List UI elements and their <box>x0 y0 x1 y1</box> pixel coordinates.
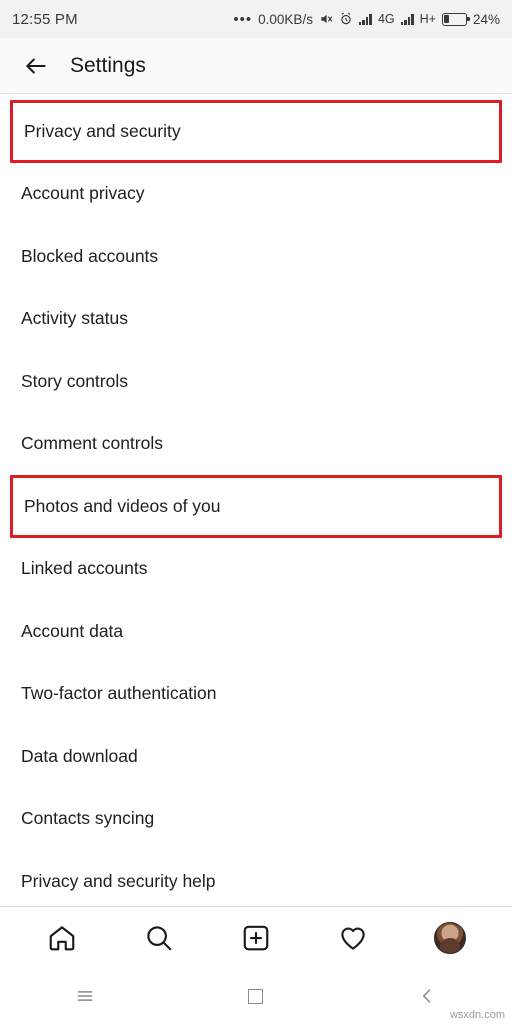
status-bar-right: ••• 0.00KB/s 4G H+ 24% <box>233 11 500 28</box>
status-bar: 12:55 PM ••• 0.00KB/s 4G H+ 24% <box>0 0 512 38</box>
list-item-linked-accounts[interactable]: Linked accounts <box>0 538 512 601</box>
status-time: 12:55 PM <box>12 10 78 28</box>
alarm-icon <box>339 12 353 26</box>
list-item-data-download[interactable]: Data download <box>0 725 512 788</box>
status-bar-left: 12:55 PM <box>12 11 78 28</box>
heart-icon[interactable] <box>327 916 379 960</box>
avatar <box>433 921 466 954</box>
list-item-label: Comment controls <box>21 433 163 454</box>
battery-percent-label: 24% <box>472 11 500 27</box>
list-item-label: Data download <box>21 745 138 766</box>
page-title: Settings <box>70 53 146 77</box>
mute-icon <box>319 12 333 26</box>
list-item-label: Story controls <box>21 370 128 391</box>
list-item-label: Two-factor authentication <box>21 683 217 704</box>
more-dots-icon: ••• <box>233 10 253 28</box>
list-item-blocked-accounts[interactable]: Blocked accounts <box>0 225 512 288</box>
list-item-label: Account data <box>21 620 124 641</box>
menu-icon[interactable] <box>55 976 115 1016</box>
network-hplus-label: H+ <box>419 12 436 26</box>
watermark-label: wsxdn.com <box>449 1009 505 1021</box>
list-item-account-privacy[interactable]: Account privacy <box>0 163 512 226</box>
list-item-label: Photos and videos of you <box>24 495 221 516</box>
profile-avatar[interactable] <box>424 916 476 960</box>
search-icon[interactable] <box>133 916 185 960</box>
signal-2-icon <box>400 13 414 25</box>
app-bar: Settings <box>0 38 512 94</box>
list-item-label: Activity status <box>21 308 128 329</box>
back-arrow-icon[interactable] <box>20 50 52 82</box>
phone-screen: 12:55 PM ••• 0.00KB/s 4G H+ 24% Settings… <box>0 0 512 1024</box>
add-post-icon[interactable] <box>230 916 282 960</box>
back-chevron-icon[interactable] <box>397 976 457 1016</box>
list-item-comment-controls[interactable]: Comment controls <box>0 413 512 476</box>
list-item-account-data[interactable]: Account data <box>0 600 512 663</box>
network-4g-label: 4G <box>377 12 395 26</box>
list-item-contacts-syncing[interactable]: Contacts syncing <box>0 788 512 851</box>
list-item-label: Blocked accounts <box>21 245 159 266</box>
list-item-label: Account privacy <box>21 183 145 204</box>
list-item-privacy-and-security-help[interactable]: Privacy and security help <box>0 850 512 906</box>
list-item-label: Privacy and security <box>24 120 181 141</box>
list-item-photos-and-videos-of-you[interactable]: Photos and videos of you <box>10 475 502 538</box>
signal-1-icon <box>358 13 372 25</box>
system-navigation-bar: wsxdn.com <box>0 968 512 1024</box>
bottom-navigation-bar <box>0 906 512 968</box>
list-item-story-controls[interactable]: Story controls <box>0 350 512 413</box>
list-item-label: Contacts syncing <box>21 808 155 829</box>
home-icon[interactable] <box>36 916 88 960</box>
list-item-label: Privacy and security help <box>21 870 216 891</box>
home-square-icon[interactable] <box>226 976 286 1016</box>
list-item-label: Linked accounts <box>21 558 148 579</box>
battery-icon <box>441 12 470 26</box>
network-speed-label: 0.00KB/s <box>258 11 313 27</box>
list-item-privacy-and-security[interactable]: Privacy and security <box>10 100 502 163</box>
list-item-two-factor-authentication[interactable]: Two-factor authentication <box>0 663 512 726</box>
settings-list: Privacy and security Account privacy Blo… <box>0 94 512 906</box>
list-item-activity-status[interactable]: Activity status <box>0 288 512 351</box>
